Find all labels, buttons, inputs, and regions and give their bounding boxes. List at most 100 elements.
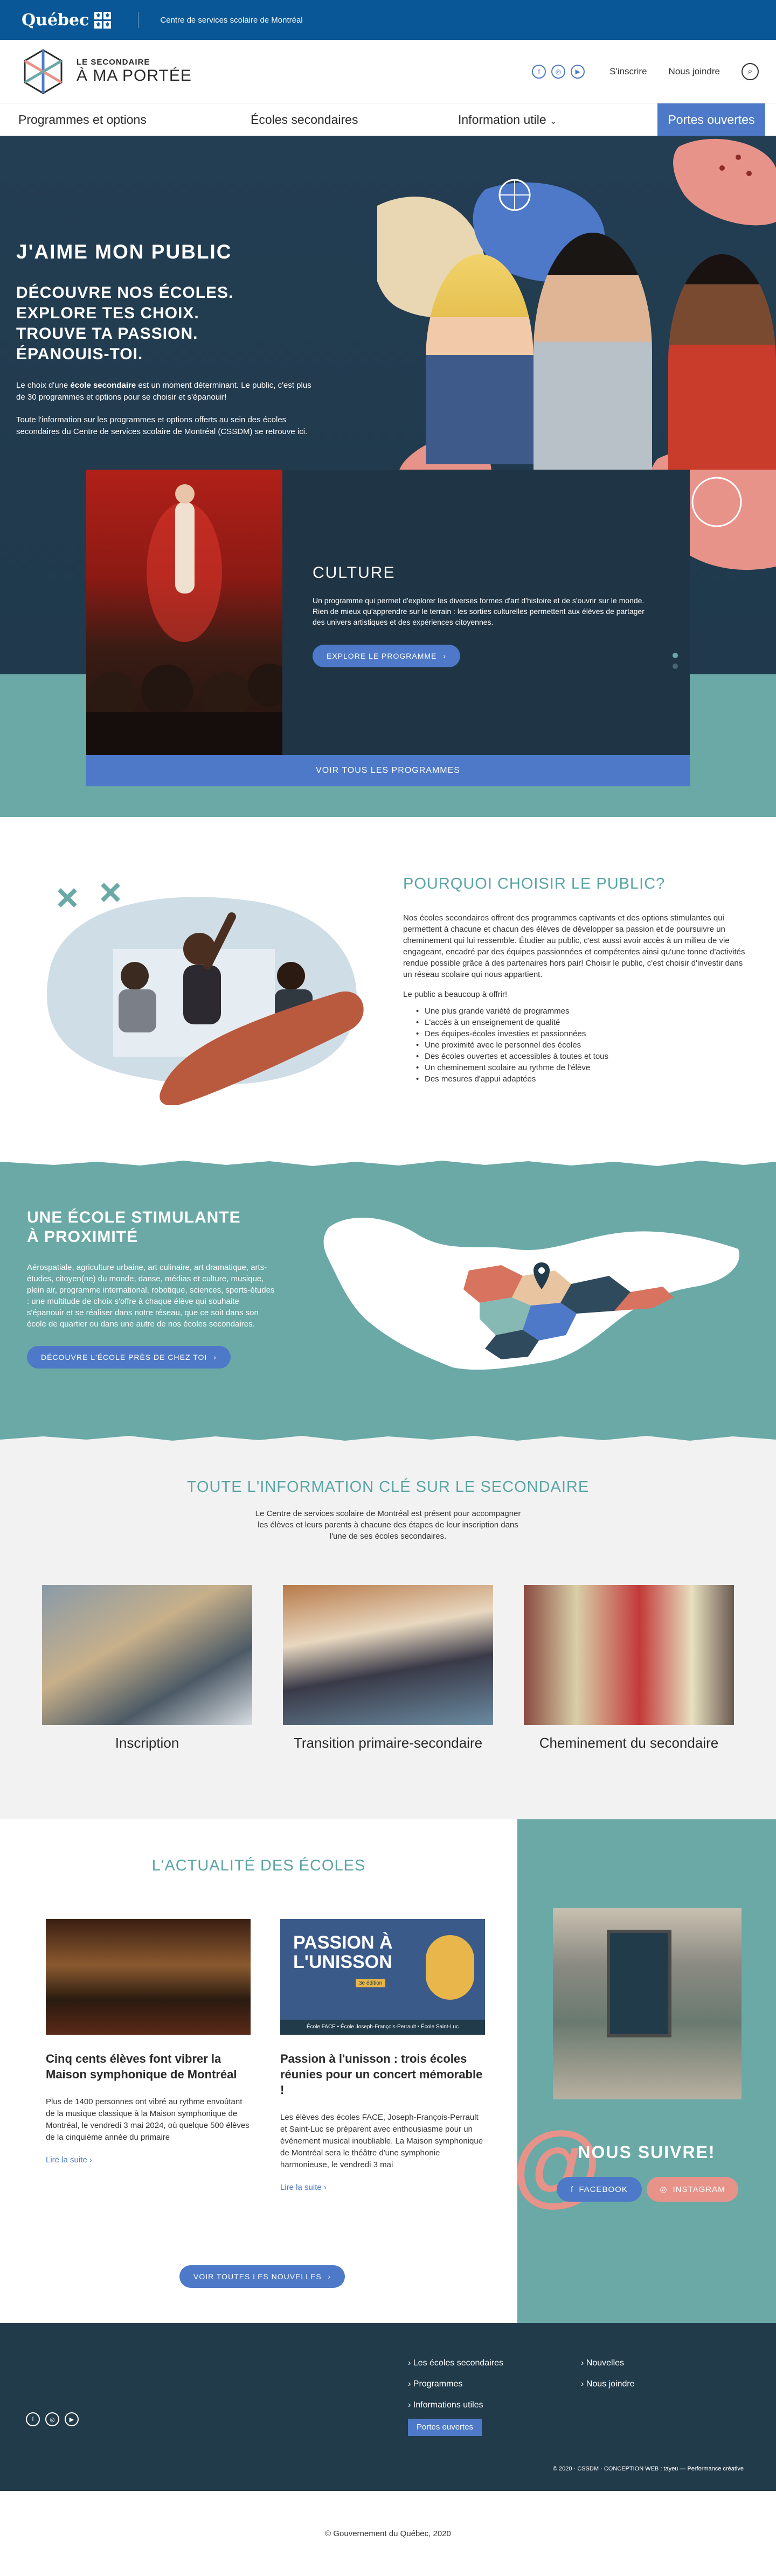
all-programs-button[interactable]: VOIR TOUS LES PROGRAMMES: [86, 755, 690, 786]
instagram-button[interactable]: ◎ INSTAGRAM: [647, 2177, 738, 2202]
classroom-illustration: [46, 883, 364, 1106]
culture-image: [86, 470, 282, 760]
info-card-inscription[interactable]: Inscription: [42, 1585, 252, 1751]
portes-ouvertes-button[interactable]: Portes ouvertes: [657, 103, 765, 136]
info-description: Le Centre de services scolaire de Montré…: [255, 1509, 521, 1541]
gov-org-name: Centre de services scolaire de Montréal: [160, 15, 303, 25]
news-section: L'ACTUALITÉ DES ÉCOLES Cinq cents élèves…: [0, 1819, 776, 2323]
montreal-map[interactable]: [318, 1195, 749, 1389]
news-headline[interactable]: Passion à l'unisson : trois écoles réuni…: [280, 2051, 485, 2098]
carousel-dot[interactable]: [673, 664, 678, 669]
footer-social: f ◎ ▶: [26, 2412, 79, 2426]
nav-information[interactable]: Information utile ⌄: [458, 113, 557, 127]
signup-link[interactable]: S'inscrire: [609, 66, 647, 77]
site-logo[interactable]: LE SECONDAIRE À MA PORTÉE: [17, 46, 192, 97]
contact-link[interactable]: Nous joindre: [669, 66, 720, 77]
hero-paragraph-1: Le choix d'une école secondaire est un m…: [16, 381, 311, 402]
poster-frame: [607, 1930, 671, 2037]
gov-copyright: © Gouvernement du Québec, 2020: [325, 2529, 451, 2538]
list-item: Une proximité avec le personnel des écol…: [403, 1039, 748, 1051]
card-image: [42, 1585, 252, 1725]
chevron-right-icon: ›: [213, 1353, 217, 1362]
footer-link[interactable]: Les écoles secondaires: [408, 2352, 503, 2373]
logo-line1: LE SECONDAIRE: [77, 58, 150, 67]
follow-title: NOUS SUIVRE!: [578, 2142, 716, 2162]
news-excerpt: Les élèves des écoles FACE, Joseph-Franç…: [280, 2113, 483, 2169]
footer-links-col2: Nouvelles Nous joindre: [581, 2352, 635, 2395]
culture-title: CULTURE: [313, 564, 396, 582]
list-item: Un cheminement scolaire au rythme de l'é…: [403, 1062, 748, 1073]
facebook-button[interactable]: f FACEBOOK: [557, 2177, 642, 2202]
card-image: [283, 1585, 493, 1725]
theatre-illustration: [86, 484, 282, 760]
explore-program-button[interactable]: EXPLORE LE PROGRAMME ›: [313, 645, 461, 667]
card-title: Transition primaire-secondaire: [293, 1735, 483, 1751]
poster-caption: École FACE • École Joseph-François-Perra…: [280, 2020, 485, 2035]
read-more-link[interactable]: Lire la suite ›: [46, 2155, 251, 2165]
montreal-island-map: [323, 1217, 739, 1370]
fleur-de-lis-icon: ⚜ ⚜ ⚜ ⚜: [94, 11, 112, 29]
youtube-icon[interactable]: ▶: [571, 64, 585, 79]
find-school-button[interactable]: DÉCOUVRE L'ÉCOLE PRÈS DE CHEZ TOI ›: [27, 1346, 231, 1369]
card-title: Cheminement du secondaire: [539, 1735, 719, 1751]
card-title: Inscription: [115, 1735, 179, 1751]
at-symbol-decoration: @: [512, 2113, 601, 2215]
proximity-title: UNE ÉCOLE STIMULANTE À PROXIMITÉ: [27, 1209, 241, 1246]
hero-section: J'AIME MON PUBLIC DÉCOUVRE NOS ÉCOLES. E…: [0, 136, 776, 817]
why-subheading: Le public a beaucoup à offrir!: [403, 990, 508, 999]
youtube-icon[interactable]: ▶: [65, 2412, 79, 2426]
nav-programmes[interactable]: Programmes et options: [18, 113, 147, 127]
logo-line2: À MA PORTÉE: [77, 67, 192, 85]
carousel-dots: [673, 653, 678, 669]
chevron-down-icon: ⌄: [550, 116, 557, 126]
instagram-icon: ◎: [660, 2185, 668, 2194]
main-nav: Programmes et options Écoles secondaires…: [0, 103, 776, 136]
proximity-description: Aérospatiale, agriculture urbaine, art c…: [27, 1263, 275, 1329]
footer-link[interactable]: Nous joindre: [581, 2373, 635, 2395]
bus-shelter-image: [553, 1908, 742, 2099]
music-note-icon: [426, 1935, 474, 2000]
instagram-icon[interactable]: ◎: [45, 2412, 59, 2426]
hero-subtitle: DÉCOUVRE NOS ÉCOLES. EXPLORE TES CHOIX. …: [16, 284, 234, 363]
carousel-dot[interactable]: [673, 653, 678, 658]
torn-edge-top: [0, 1157, 776, 1166]
all-news-button[interactable]: VOIR TOUTES LES NOUVELLES ›: [179, 2265, 345, 2288]
footer-link[interactable]: Nouvelles: [581, 2352, 635, 2373]
nav-ecoles[interactable]: Écoles secondaires: [251, 113, 358, 127]
footer-link[interactable]: Programmes: [408, 2373, 503, 2395]
quebec-logo-text: Québec: [22, 10, 89, 30]
chevron-right-icon: ›: [328, 2272, 331, 2281]
search-icon[interactable]: ⌕: [742, 62, 759, 80]
quebec-logo[interactable]: Québec ⚜ ⚜ ⚜ ⚜: [22, 10, 112, 30]
info-section: TOUTE L'INFORMATION CLÉ SUR LE SECONDAIR…: [0, 1445, 776, 1819]
facebook-icon[interactable]: f: [532, 64, 546, 79]
read-more-link[interactable]: Lire la suite ›: [280, 2183, 485, 2192]
info-title: TOUTE L'INFORMATION CLÉ SUR LE SECONDAIR…: [186, 1478, 590, 1496]
chevron-right-icon: ›: [323, 2183, 327, 2192]
info-card-cheminement[interactable]: Cheminement du secondaire: [524, 1585, 734, 1751]
news-headline[interactable]: Cinq cents élèves font vibrer la Maison …: [46, 2051, 251, 2082]
list-item: Des écoles ouvertes et accessibles à tou…: [403, 1051, 748, 1062]
footer-link[interactable]: Informations utiles: [408, 2395, 503, 2416]
instagram-icon[interactable]: ◎: [551, 64, 566, 79]
facebook-icon[interactable]: f: [26, 2412, 40, 2426]
footer-portes-ouvertes-button[interactable]: Portes ouvertes: [408, 2419, 482, 2436]
hero-text: J'AIME MON PUBLIC DÉCOUVRE NOS ÉCOLES. E…: [16, 241, 318, 449]
facebook-icon: f: [571, 2184, 574, 2194]
news-image-concert-hall[interactable]: [46, 1919, 251, 2035]
news-image-passion-unisson[interactable]: PASSION À L'UNISSON 3e édition École FACE…: [280, 1919, 485, 2035]
chevron-right-icon: ›: [443, 652, 447, 660]
benefits-list: Une plus grande variété de programmes L'…: [403, 1006, 748, 1085]
news-card: Cinq cents élèves font vibrer la Maison …: [46, 1919, 251, 2165]
why-public-section: POURQUOI CHOISIR LE PUBLIC? Nos écoles s…: [0, 817, 776, 1157]
news-excerpt: Plus de 1400 personnes ont vibré au ryth…: [46, 2097, 250, 2142]
gov-bar: Québec ⚜ ⚜ ⚜ ⚜ Centre de services scolaire …: [0, 0, 776, 40]
news-title: L'ACTUALITÉ DES ÉCOLES: [151, 1857, 366, 1874]
classroom-image: [38, 868, 366, 1106]
list-item: Une plus grande variété de programmes: [403, 1006, 748, 1017]
why-title: POURQUOI CHOISIR LE PUBLIC?: [403, 875, 666, 892]
list-item: Des mesures d'appui adaptées: [403, 1073, 748, 1085]
info-card-transition[interactable]: Transition primaire-secondaire: [283, 1585, 493, 1751]
why-paragraph: Nos écoles secondaires offrent des progr…: [403, 913, 745, 979]
hero-paragraph-2: Toute l'information sur les programmes e…: [16, 415, 308, 436]
